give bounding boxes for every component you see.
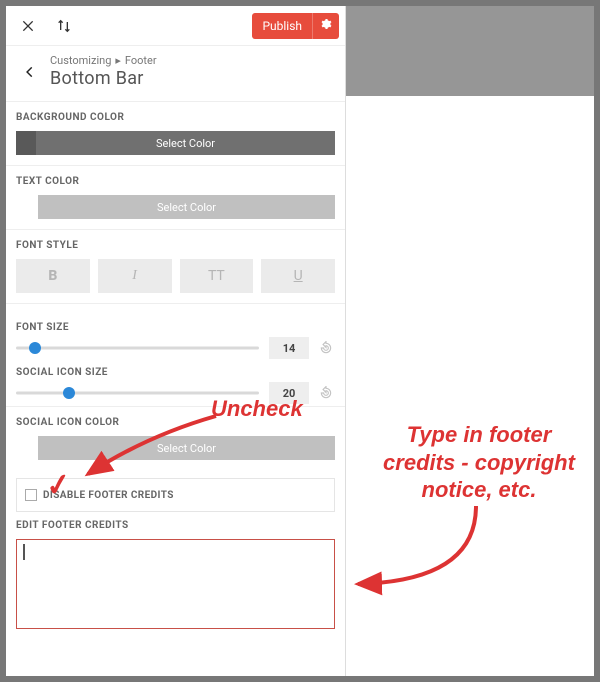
bold-button[interactable]: B [16,259,90,293]
publish-button[interactable]: Publish [252,13,312,39]
social-color-select-button[interactable]: Select Color [38,436,335,460]
bg-color-select-button[interactable]: Select Color [36,131,335,155]
bg-color-label: BACKGROUND COLOR [16,112,335,123]
social-color-label: SOCIAL ICON COLOR [16,417,335,428]
annotation-check-mark: ✓ [44,466,74,504]
publish-settings-button[interactable] [312,13,339,39]
font-style-section: FONT STYLE B I TT U [6,229,345,303]
underline-button[interactable]: U [261,259,335,293]
breadcrumb: Customizing▸Footer [50,54,157,67]
italic-button[interactable]: I [98,259,172,293]
font-style-label: FONT STYLE [16,240,335,251]
font-size-reset-icon[interactable] [319,340,335,356]
edit-credits-textarea[interactable] [16,539,335,629]
panel-header: Customizing▸Footer Bottom Bar [6,46,345,102]
bg-color-swatch[interactable] [16,131,36,155]
font-size-slider[interactable] [16,340,259,356]
social-size-reset-icon[interactable] [319,385,335,401]
breadcrumb-root[interactable]: Customizing [50,54,111,67]
bg-color-section: BACKGROUND COLOR Select Color [6,102,345,165]
gear-icon [320,18,332,30]
social-size-value[interactable]: 20 [269,382,309,404]
back-button[interactable] [16,58,44,86]
preview-pane [346,6,594,676]
text-color-select-button[interactable]: Select Color [38,195,335,219]
social-color-section: SOCIAL ICON COLOR Select Color [6,406,345,470]
close-icon[interactable] [12,10,44,42]
text-color-label: TEXT COLOR [16,176,335,187]
edit-credits-label: EDIT FOOTER CREDITS [16,520,335,531]
uppercase-button[interactable]: TT [180,259,254,293]
customizer-sidebar: Publish Customizing▸Footer Bottom Bar BA… [6,6,346,676]
font-size-value[interactable]: 14 [269,337,309,359]
text-color-section: TEXT COLOR Select Color [6,165,345,229]
topbar: Publish [6,6,345,46]
social-size-slider[interactable] [16,385,259,401]
font-size-label: FONT SIZE [16,322,335,333]
disable-credits-checkbox[interactable] [25,489,37,501]
sort-icon[interactable] [48,10,80,42]
breadcrumb-parent[interactable]: Footer [125,54,157,67]
social-size-label: SOCIAL ICON SIZE [16,367,335,378]
preview-top-bar [346,6,594,96]
page-title: Bottom Bar [50,68,157,89]
sliders-section: FONT SIZE 14 SOCIAL ICON SIZE 20 [6,303,345,406]
